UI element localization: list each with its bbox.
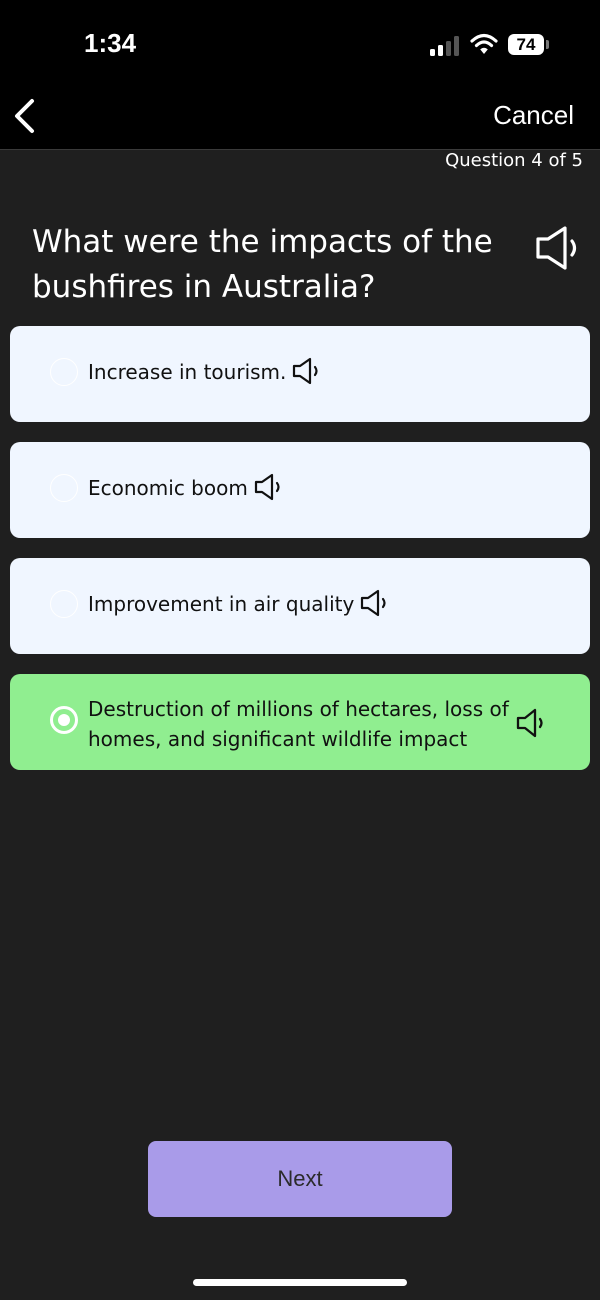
answer-option-4[interactable]: Destruction of millions of hectares, los… <box>10 674 590 770</box>
speaker-icon[interactable] <box>516 708 546 738</box>
back-button[interactable] <box>8 96 42 136</box>
home-indicator <box>193 1279 407 1286</box>
question-speaker-button[interactable] <box>534 224 580 272</box>
next-button[interactable]: Next <box>148 1141 452 1217</box>
signal-icon <box>430 36 462 56</box>
question-text: What were the impacts of the bushfires i… <box>32 224 493 305</box>
answer-option-label: Increase in tourism. <box>88 360 287 384</box>
top-bar: 1:34 74 Cancel <box>0 0 600 150</box>
speaker-icon[interactable] <box>254 473 282 501</box>
answer-option-label: Economic boom <box>88 476 248 500</box>
speaker-icon[interactable] <box>360 589 388 617</box>
speaker-icon <box>536 226 577 270</box>
battery-icon: 74 <box>508 34 544 55</box>
battery-tip <box>546 40 549 49</box>
question-counter: Question 4 of 5 <box>445 150 583 171</box>
answer-option-1[interactable]: Increase in tourism. <box>10 326 590 422</box>
radio-button[interactable] <box>50 474 78 502</box>
status-time: 1:34 <box>84 28 137 58</box>
radio-button[interactable] <box>50 590 78 618</box>
answer-option-label: Destruction of millions of hectares, los… <box>88 697 509 751</box>
wifi-icon <box>470 33 498 55</box>
chevron-left-icon <box>15 99 34 133</box>
radio-button-selected[interactable] <box>50 706 78 734</box>
speaker-icon[interactable] <box>292 357 320 385</box>
answer-option-label: Improvement in air quality <box>88 592 355 616</box>
answer-option-2[interactable]: Economic boom <box>10 442 590 538</box>
radio-button[interactable] <box>50 358 78 386</box>
answer-option-3[interactable]: Improvement in air quality <box>10 558 590 654</box>
cancel-button[interactable]: Cancel <box>493 100 574 131</box>
